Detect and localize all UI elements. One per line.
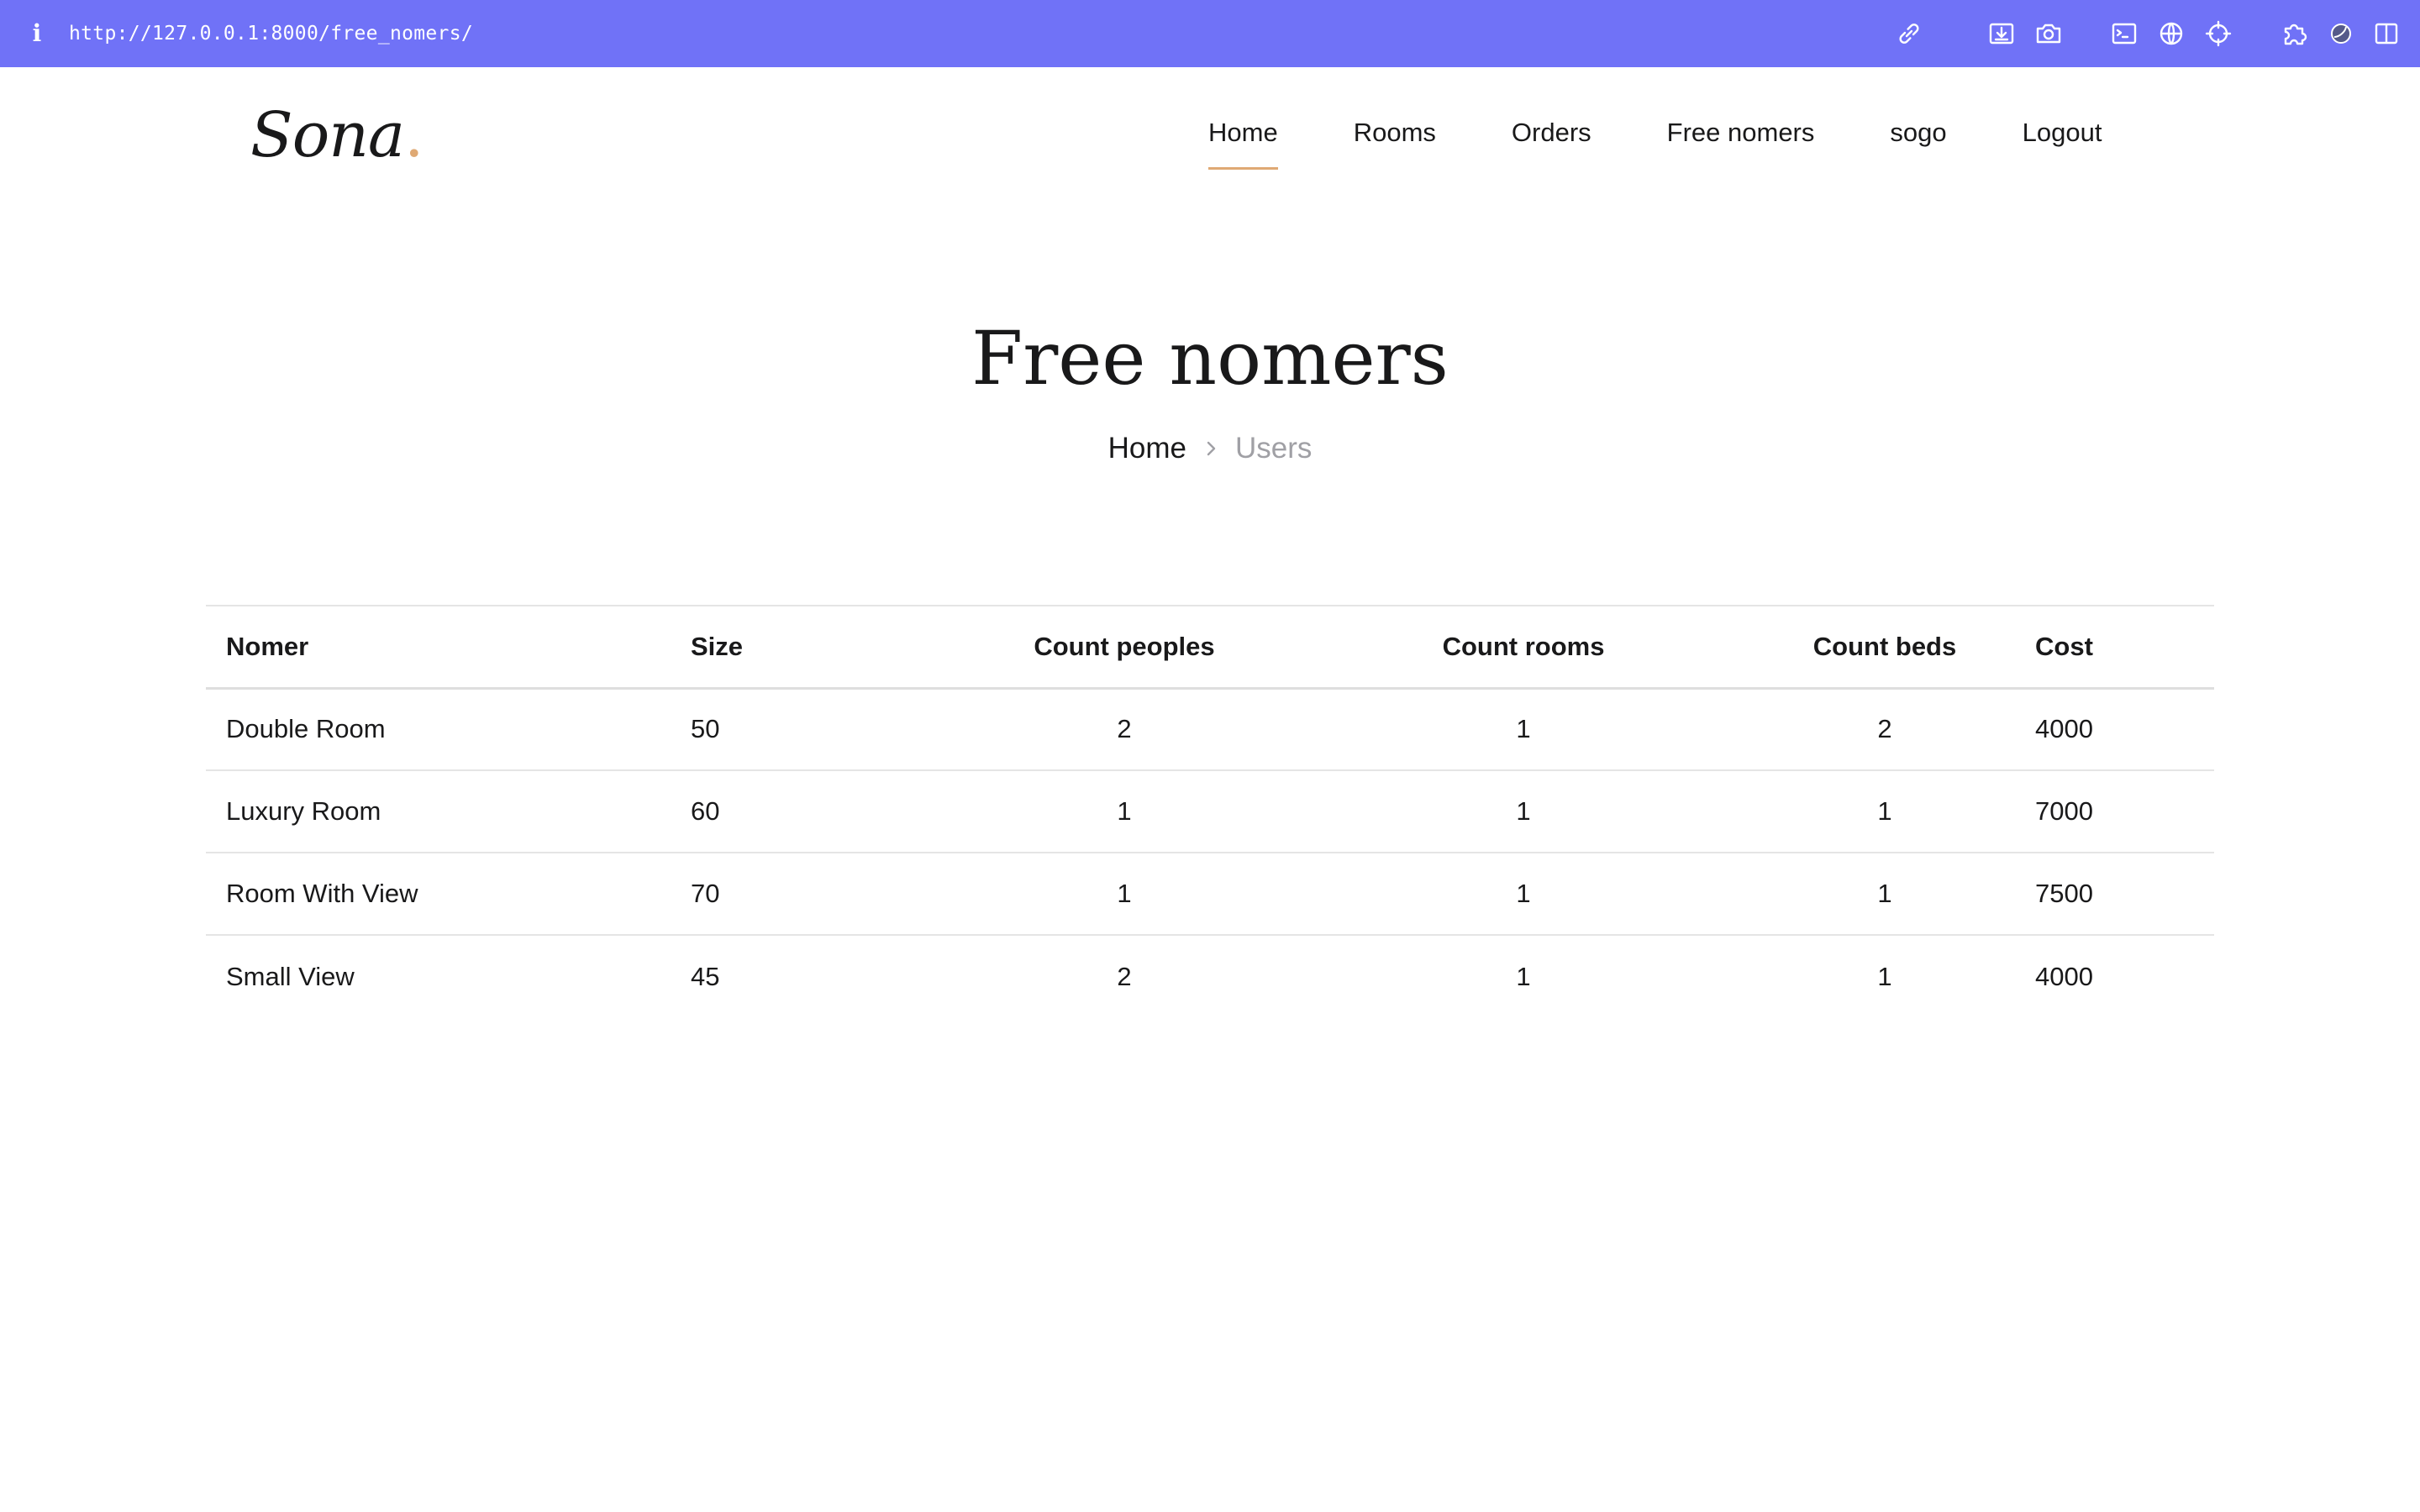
free-nomers-table: Nomer Size Count peoples Count rooms Cou… <box>206 605 2214 1017</box>
site-logo[interactable]: Sona. <box>250 97 424 173</box>
main-nav: Home Rooms Orders Free nomers sogo Logou… <box>1208 114 2102 170</box>
cell-size: 45 <box>691 961 720 991</box>
page-title: Free nomers <box>971 315 1449 402</box>
site-header: Sona. Home Rooms Orders Free nomers sogo… <box>0 67 2420 202</box>
header-count-beds: Count beds <box>1812 631 1957 661</box>
terminal-icon[interactable] <box>2109 18 2139 49</box>
cell-count-beds: 1 <box>1877 961 1892 991</box>
cell-nomer: Room With View <box>226 879 418 908</box>
extension-icon[interactable] <box>2279 18 2309 49</box>
cell-nomer: Luxury Room <box>226 796 381 826</box>
browser-toolbar: i http://127.0.0.1:8000/free_nomers/ <box>0 0 2420 67</box>
nav-home[interactable]: Home <box>1208 114 1278 170</box>
breadcrumb-current: Users <box>1234 432 1313 465</box>
nav-orders[interactable]: Orders <box>1512 114 1591 165</box>
table-row: Luxury Room 60 1 1 1 7000 <box>206 770 2214 853</box>
cell-count-peoples: 2 <box>1117 714 1132 744</box>
cell-count-peoples: 2 <box>1117 961 1132 991</box>
breadcrumb: Home Users <box>0 428 2420 469</box>
crosshair-icon[interactable] <box>2203 18 2233 49</box>
table-row: Room With View 70 1 1 1 7500 <box>206 853 2214 935</box>
cell-count-beds: 1 <box>1877 879 1892 908</box>
header-nomer: Nomer <box>226 631 309 661</box>
cell-count-peoples: 1 <box>1117 879 1132 908</box>
cell-count-rooms: 1 <box>1516 714 1531 744</box>
header-count-rooms: Count rooms <box>1442 631 1605 661</box>
download-icon[interactable] <box>1986 18 2017 49</box>
moon-icon[interactable] <box>2326 18 2356 49</box>
nav-user-sogo[interactable]: sogo <box>1890 114 1946 165</box>
nav-logout[interactable]: Logout <box>2023 114 2102 165</box>
logo-text: Sona <box>250 99 405 171</box>
address-bar-url[interactable]: http://127.0.0.1:8000/free_nomers/ <box>69 18 473 49</box>
header-count-peoples: Count peoples <box>1034 631 1215 661</box>
cell-count-rooms: 1 <box>1516 796 1531 826</box>
split-view-icon[interactable] <box>2371 18 2402 49</box>
link-icon[interactable] <box>1894 18 1924 49</box>
cell-cost: 7500 <box>2035 879 2093 908</box>
cell-count-beds: 1 <box>1877 796 1892 826</box>
cell-nomer: Small View <box>226 961 355 991</box>
cell-size: 60 <box>691 796 720 826</box>
chevron-right-icon <box>1198 436 1223 461</box>
header-size: Size <box>691 631 744 661</box>
header-cost: Cost <box>2035 631 2093 661</box>
nav-rooms[interactable]: Rooms <box>1354 114 1436 165</box>
cell-cost: 7000 <box>2035 796 2093 826</box>
camera-icon[interactable] <box>2033 18 2064 49</box>
breadcrumb-home[interactable]: Home <box>1108 428 1186 469</box>
free-nomers-table-container: Nomer Size Count peoples Count rooms Cou… <box>206 605 2214 1017</box>
globe-icon[interactable] <box>2156 18 2186 49</box>
cell-cost: 4000 <box>2035 714 2093 744</box>
table-header-row: Nomer Size Count peoples Count rooms Cou… <box>206 606 2214 688</box>
cell-count-beds: 2 <box>1877 714 1892 744</box>
info-icon[interactable]: i <box>27 20 47 47</box>
cell-size: 70 <box>691 879 720 908</box>
cell-count-peoples: 1 <box>1117 796 1132 826</box>
logo-dot: . <box>404 99 424 171</box>
cell-size: 50 <box>691 714 720 744</box>
table-row: Double Room 50 2 1 2 4000 <box>206 688 2214 770</box>
cell-count-rooms: 1 <box>1516 961 1531 991</box>
cell-nomer: Double Room <box>226 714 386 744</box>
table-row: Small View 45 2 1 1 4000 <box>206 935 2214 1017</box>
cell-cost: 4000 <box>2035 961 2093 991</box>
cell-count-rooms: 1 <box>1516 879 1531 908</box>
nav-free-nomers[interactable]: Free nomers <box>1667 114 1815 165</box>
